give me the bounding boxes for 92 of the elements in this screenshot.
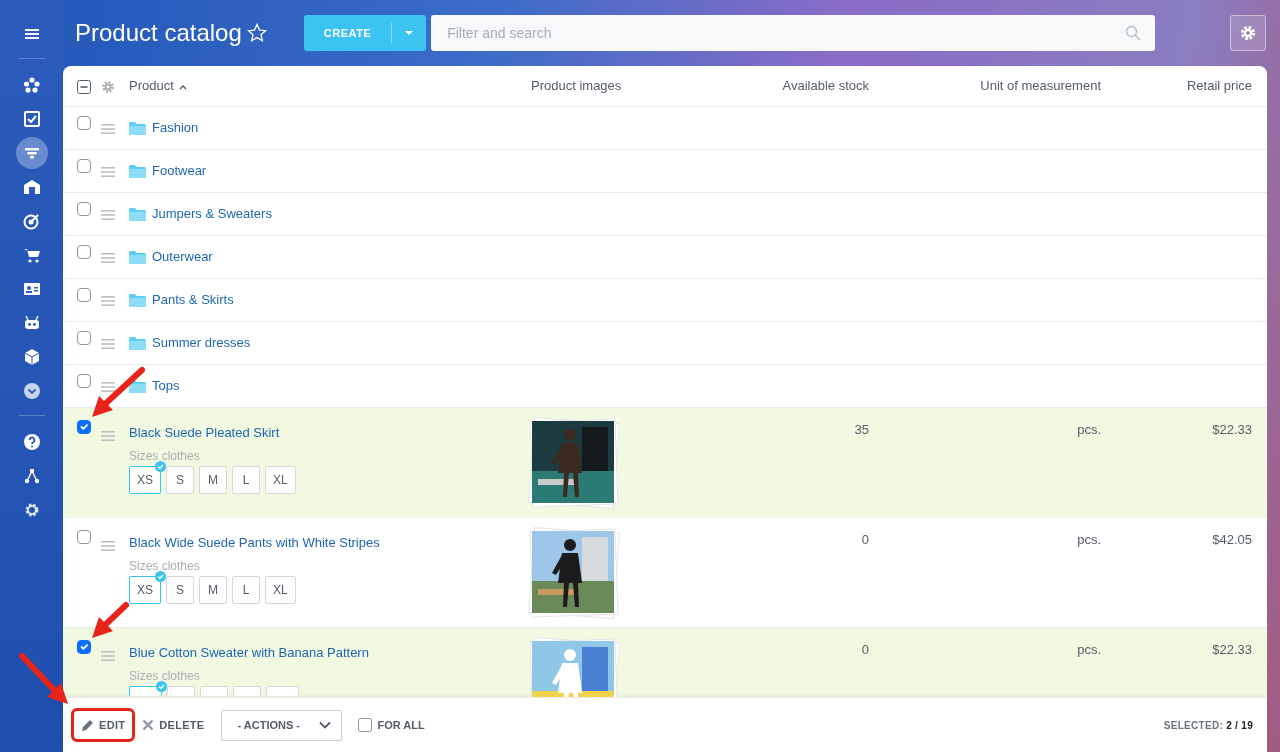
box-icon[interactable] bbox=[22, 348, 41, 366]
search-icon[interactable] bbox=[1125, 25, 1142, 41]
pencil-icon[interactable] bbox=[81, 718, 94, 732]
target-icon[interactable] bbox=[22, 212, 41, 230]
annotation-arrow bbox=[92, 602, 129, 638]
checkbox-icon[interactable] bbox=[22, 110, 41, 128]
star-icon[interactable] bbox=[246, 23, 267, 43]
row-checkbox[interactable] bbox=[77, 288, 91, 302]
check-badge-icon bbox=[155, 571, 166, 583]
stock-value: 0 bbox=[861, 642, 869, 657]
row-checkbox[interactable] bbox=[77, 159, 91, 173]
size-option[interactable]: M bbox=[199, 466, 227, 495]
folder-link[interactable]: Outerwear bbox=[152, 249, 213, 265]
unit-value: pcs. bbox=[1077, 422, 1101, 437]
product-link[interactable]: Blue Cotton Sweater with Banana Pattern bbox=[129, 645, 369, 661]
drag-handle-icon[interactable] bbox=[101, 295, 115, 306]
size-option[interactable]: XS bbox=[129, 576, 161, 605]
column-header[interactable]: Available stock bbox=[782, 78, 869, 94]
close-icon[interactable] bbox=[142, 719, 155, 731]
drag-handle-icon[interactable] bbox=[101, 252, 115, 263]
settings-button[interactable] bbox=[1230, 15, 1266, 51]
field-label: Sizes clothes bbox=[129, 669, 201, 684]
row-checkbox[interactable] bbox=[77, 420, 91, 434]
row-checkbox[interactable] bbox=[77, 202, 91, 216]
price-value: $42.05 bbox=[1212, 532, 1252, 547]
folder-link[interactable]: Tops bbox=[152, 378, 180, 394]
delete-button[interactable]: DELETE bbox=[139, 712, 208, 738]
caret-icon[interactable] bbox=[404, 30, 415, 36]
size-option[interactable]: M bbox=[199, 576, 227, 605]
page-title: Product catalog bbox=[75, 18, 242, 48]
folder-link[interactable]: Summer dresses bbox=[152, 335, 251, 351]
column-header[interactable]: Product images bbox=[531, 78, 622, 94]
sort-caret-icon[interactable] bbox=[178, 83, 187, 90]
folder-link[interactable]: Fashion bbox=[152, 120, 199, 136]
product-link[interactable]: Black Suede Pleated Skirt bbox=[129, 425, 280, 441]
drag-handle-icon[interactable] bbox=[101, 381, 115, 392]
row-checkbox[interactable] bbox=[77, 374, 91, 388]
check-badge-icon bbox=[156, 681, 167, 693]
drag-handle-icon[interactable] bbox=[101, 338, 115, 349]
for-all-checkbox[interactable] bbox=[358, 718, 373, 732]
folder-link[interactable]: Pants & Skirts bbox=[152, 292, 234, 308]
row-checkbox[interactable] bbox=[77, 331, 91, 345]
nodes-icon[interactable] bbox=[22, 467, 41, 485]
search-input[interactable]: Filter and search bbox=[445, 21, 1126, 45]
help-icon[interactable] bbox=[22, 433, 41, 451]
size-option[interactable]: S bbox=[166, 466, 194, 495]
size-option[interactable]: XS bbox=[129, 466, 161, 495]
size-option[interactable]: XL bbox=[265, 466, 296, 495]
edit-button[interactable]: EDIT bbox=[78, 712, 129, 738]
drag-handle-icon[interactable] bbox=[101, 209, 115, 220]
size-option[interactable]: L bbox=[232, 576, 260, 605]
robot-icon[interactable] bbox=[22, 314, 41, 332]
unit-value: pcs. bbox=[1077, 532, 1101, 547]
drag-handle-icon[interactable] bbox=[101, 650, 115, 661]
folder-link[interactable]: Jumpers & Sweaters bbox=[152, 206, 272, 222]
annotation-arrow bbox=[92, 367, 145, 417]
checkbox-label[interactable]: FOR ALL bbox=[377, 716, 425, 734]
search-field[interactable]: Filter and search bbox=[431, 15, 1156, 51]
column-header[interactable]: Product bbox=[129, 78, 174, 94]
unit-value: pcs. bbox=[1077, 642, 1101, 657]
check-badge-icon bbox=[155, 461, 166, 473]
row-checkbox[interactable] bbox=[77, 245, 91, 259]
contact-card-icon[interactable] bbox=[22, 280, 41, 298]
drag-handle-icon[interactable] bbox=[101, 123, 115, 134]
row-checkbox[interactable] bbox=[77, 116, 91, 130]
size-option[interactable]: S bbox=[166, 576, 194, 605]
annotation-arrow bbox=[19, 653, 68, 704]
price-value: $22.33 bbox=[1212, 642, 1252, 657]
dots-circle-icon[interactable] bbox=[22, 76, 41, 94]
drag-handle-icon[interactable] bbox=[101, 166, 115, 177]
price-value: $22.33 bbox=[1212, 422, 1252, 437]
row-checkbox[interactable] bbox=[77, 640, 91, 654]
select-all-checkbox[interactable] bbox=[77, 79, 91, 94]
size-option[interactable]: XL bbox=[265, 576, 296, 605]
size-option[interactable]: L bbox=[232, 466, 260, 495]
drag-handle-icon[interactable] bbox=[101, 430, 115, 441]
drag-handle-icon[interactable] bbox=[101, 540, 115, 551]
column-header[interactable]: Unit of measurement bbox=[980, 78, 1101, 94]
field-label: Sizes clothes bbox=[129, 449, 201, 464]
settings-icon[interactable] bbox=[1239, 24, 1257, 42]
field-label: Sizes clothes bbox=[129, 559, 201, 574]
cart-icon[interactable] bbox=[22, 246, 41, 264]
chevron-down-circle-icon[interactable] bbox=[22, 382, 41, 400]
column-header[interactable]: Retail price bbox=[1186, 78, 1252, 94]
stock-value: 35 bbox=[854, 422, 869, 437]
row-checkbox[interactable] bbox=[77, 530, 91, 544]
actions-dropdown[interactable]: - ACTIONS - bbox=[221, 709, 343, 741]
folder-link[interactable]: Footwear bbox=[152, 163, 207, 179]
stock-value: 0 bbox=[861, 532, 869, 547]
chevron-down-icon[interactable] bbox=[319, 721, 332, 729]
product-link[interactable]: Black Wide Suede Pants with White Stripes bbox=[129, 535, 380, 551]
selection-count: SELECTED: 2 / 19 bbox=[1163, 718, 1253, 733]
